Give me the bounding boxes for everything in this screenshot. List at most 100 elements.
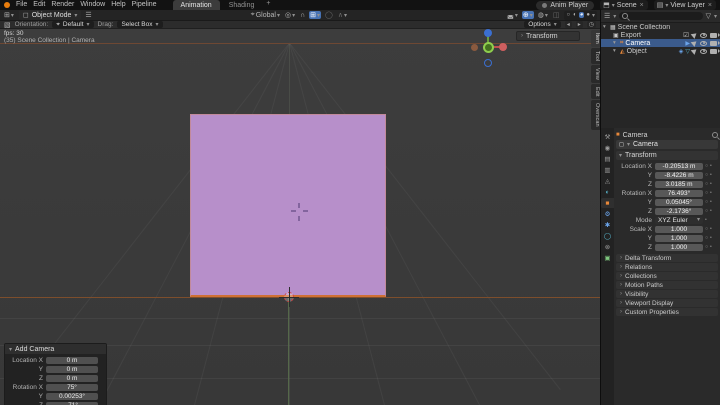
properties-tab-particles-icon[interactable]: ✱ [601, 220, 614, 230]
menu-pipeline[interactable]: Pipeline [132, 0, 157, 10]
op-rotation-y-field[interactable]: 0.00253° [46, 392, 98, 400]
op-rotation-z-field[interactable]: -71° [46, 401, 98, 405]
view-layer-selector[interactable]: ▤ ▾ View Layer × [653, 0, 716, 10]
selectable-icon[interactable] [690, 31, 699, 39]
transform-section-header[interactable]: ▾ Transform [616, 151, 718, 160]
scale-z-field[interactable]: 1.000 [655, 243, 703, 251]
orientation-default-dropdown[interactable]: ⌖ Default ▾ [52, 21, 94, 28]
rotation-z-field[interactable]: -2.1736° [655, 207, 703, 215]
orientation-dropdown[interactable]: ⌖ Global ▾ [250, 11, 281, 19]
section-custom-properties[interactable]: › Custom Properties [616, 308, 718, 316]
snap-toggle[interactable]: ∩ [299, 12, 306, 19]
scale-y-field[interactable]: 1.000 [655, 234, 703, 242]
rotation-x-field[interactable]: 76.493° [655, 189, 703, 197]
operator-panel-header[interactable]: ▾ Add Camera [5, 344, 106, 354]
visibility-eye-icon[interactable] [700, 32, 707, 38]
object-visibility-dropdown[interactable]: ◛ ▾ [506, 11, 519, 19]
outliner-search-input[interactable] [619, 12, 703, 20]
expand-icon[interactable]: ▾ [613, 48, 618, 54]
menu-file[interactable]: File [16, 0, 27, 10]
prev-icon[interactable]: ◂ [564, 21, 572, 28]
properties-tab-scene-icon[interactable]: ◬ [601, 176, 614, 186]
rotation-y-field[interactable]: 0.05045° [655, 198, 703, 206]
filter-funnel-icon[interactable]: ▽ [706, 12, 711, 20]
drag-mode-dropdown[interactable]: Select Box ▾ [117, 21, 163, 28]
scene-selector[interactable]: ⬒ ▾ Scene × [600, 0, 648, 10]
sidebar-tab-tool[interactable]: Tool [591, 47, 600, 64]
add-workspace-button[interactable]: + [263, 0, 273, 10]
section-motion-paths[interactable]: › Motion Paths [616, 281, 718, 289]
options-dropdown[interactable]: Options ▾ [524, 21, 561, 28]
selectable-icon[interactable] [690, 47, 699, 55]
render-camera-icon[interactable] [710, 48, 720, 54]
selected-plane-object[interactable] [190, 114, 386, 297]
outliner-editor-icon[interactable]: ☰ [604, 12, 610, 20]
clock-icon[interactable]: ◷ [586, 21, 596, 28]
outliner-row-object[interactable]: ▾ ◭ Object ◈ ▽ [601, 47, 720, 55]
proportional-edit-toggle[interactable]: ◯ [324, 11, 334, 19]
sidebar-tab-overscan[interactable]: Overscan [591, 100, 600, 130]
properties-tab-output-icon[interactable]: ▤ [601, 154, 614, 164]
properties-tab-physics-icon[interactable]: ◯ [601, 231, 614, 241]
gizmo-z-handle[interactable] [484, 29, 492, 37]
gizmo-x-handle[interactable] [499, 43, 507, 51]
op-location-y-field[interactable]: 0 m [46, 365, 98, 373]
properties-tab-constraints-icon[interactable]: ⊗ [601, 242, 614, 252]
render-camera-icon[interactable] [710, 32, 720, 38]
menu-help[interactable]: Help [111, 0, 125, 10]
properties-tab-data-icon[interactable]: ▣ [601, 253, 614, 263]
gizmos-dropdown[interactable]: ⊕ ▾ [521, 11, 534, 19]
pivot-point-dropdown[interactable]: ◎ ▾ [284, 11, 296, 19]
anim-player-badge[interactable]: Anim Player [536, 0, 595, 10]
menu-render[interactable]: Render [51, 0, 74, 10]
section-viewport-display[interactable]: › Viewport Display [616, 299, 718, 307]
overlays-dropdown[interactable]: ◍ ▾ [537, 11, 549, 19]
outliner-row-export[interactable]: ▣ Export ☑ [601, 31, 720, 39]
properties-tab-world-icon[interactable]: ◐ [601, 187, 614, 197]
outliner-row-scene-collection[interactable]: ▾ ▦ Scene Collection [601, 23, 720, 31]
menu-edit[interactable]: Edit [33, 0, 45, 10]
sidebar-tab-view[interactable]: View [591, 64, 600, 83]
unlink-view-layer-icon[interactable]: × [707, 2, 713, 9]
menu-window[interactable]: Window [80, 0, 105, 10]
properties-tab-object-icon[interactable]: ■ [601, 198, 614, 208]
properties-tab-tool-icon[interactable]: ⚒ [601, 132, 614, 142]
op-location-z-field[interactable]: 0 m [46, 374, 98, 382]
next-icon[interactable]: ▸ [575, 21, 583, 28]
menu-hamburger-icon[interactable]: ☰ [85, 11, 91, 19]
render-camera-icon[interactable] [710, 40, 720, 46]
search-icon[interactable] [712, 132, 718, 138]
op-rotation-x-field[interactable]: 75° [46, 383, 98, 391]
blender-logo-icon[interactable] [4, 2, 10, 8]
location-x-field[interactable]: -0.20513 m [655, 162, 703, 170]
properties-tab-modifiers-icon[interactable]: ⚙ [601, 209, 614, 219]
cursor-3d[interactable] [279, 287, 299, 307]
active-tool-icon[interactable]: ▧ [4, 21, 11, 29]
rotation-mode-dropdown[interactable]: XYZ Euler ▾ [655, 216, 703, 224]
rendered-shading-button[interactable]: ● [585, 12, 591, 18]
tab-shading[interactable]: Shading [221, 0, 263, 10]
tab-animation[interactable]: Animation [172, 0, 220, 10]
op-location-x-field[interactable]: 0 m [46, 356, 98, 364]
gizmo-center-handle[interactable] [483, 42, 494, 53]
selectable-icon[interactable] [690, 39, 699, 47]
properties-tab-viewlayer-icon[interactable]: ▥ [601, 165, 614, 175]
section-relations[interactable]: › Relations [616, 263, 718, 271]
section-delta-transform[interactable]: › Delta Transform [616, 254, 718, 262]
transform-panel-header[interactable]: › Transform [516, 31, 580, 41]
scale-x-field[interactable]: 1.000 [655, 225, 703, 233]
xray-toggle[interactable]: ◫ [552, 11, 561, 19]
properties-tab-render-icon[interactable]: ◉ [601, 143, 614, 153]
mode-dropdown[interactable]: ◻ Object Mode ▾ [18, 10, 82, 20]
object-name-field[interactable]: ◻ ▾ Camera [616, 140, 718, 149]
gizmo-neg-x-handle[interactable] [471, 44, 478, 51]
editor-type-button[interactable]: ⊞ ▾ [3, 11, 15, 19]
visibility-eye-icon[interactable] [700, 40, 707, 46]
move-gizmo[interactable] [471, 29, 507, 69]
location-y-field[interactable]: -8.4226 m [655, 171, 703, 179]
outliner-row-camera[interactable]: ▾ ⌗ Camera ▶ [601, 39, 720, 47]
falloff-dropdown[interactable]: ∧ ▾ [337, 11, 348, 19]
wireframe-shading-button[interactable]: ○ [566, 12, 572, 18]
sidebar-tab-item[interactable]: Item [591, 30, 600, 47]
expand-icon[interactable]: ▾ [603, 24, 608, 30]
